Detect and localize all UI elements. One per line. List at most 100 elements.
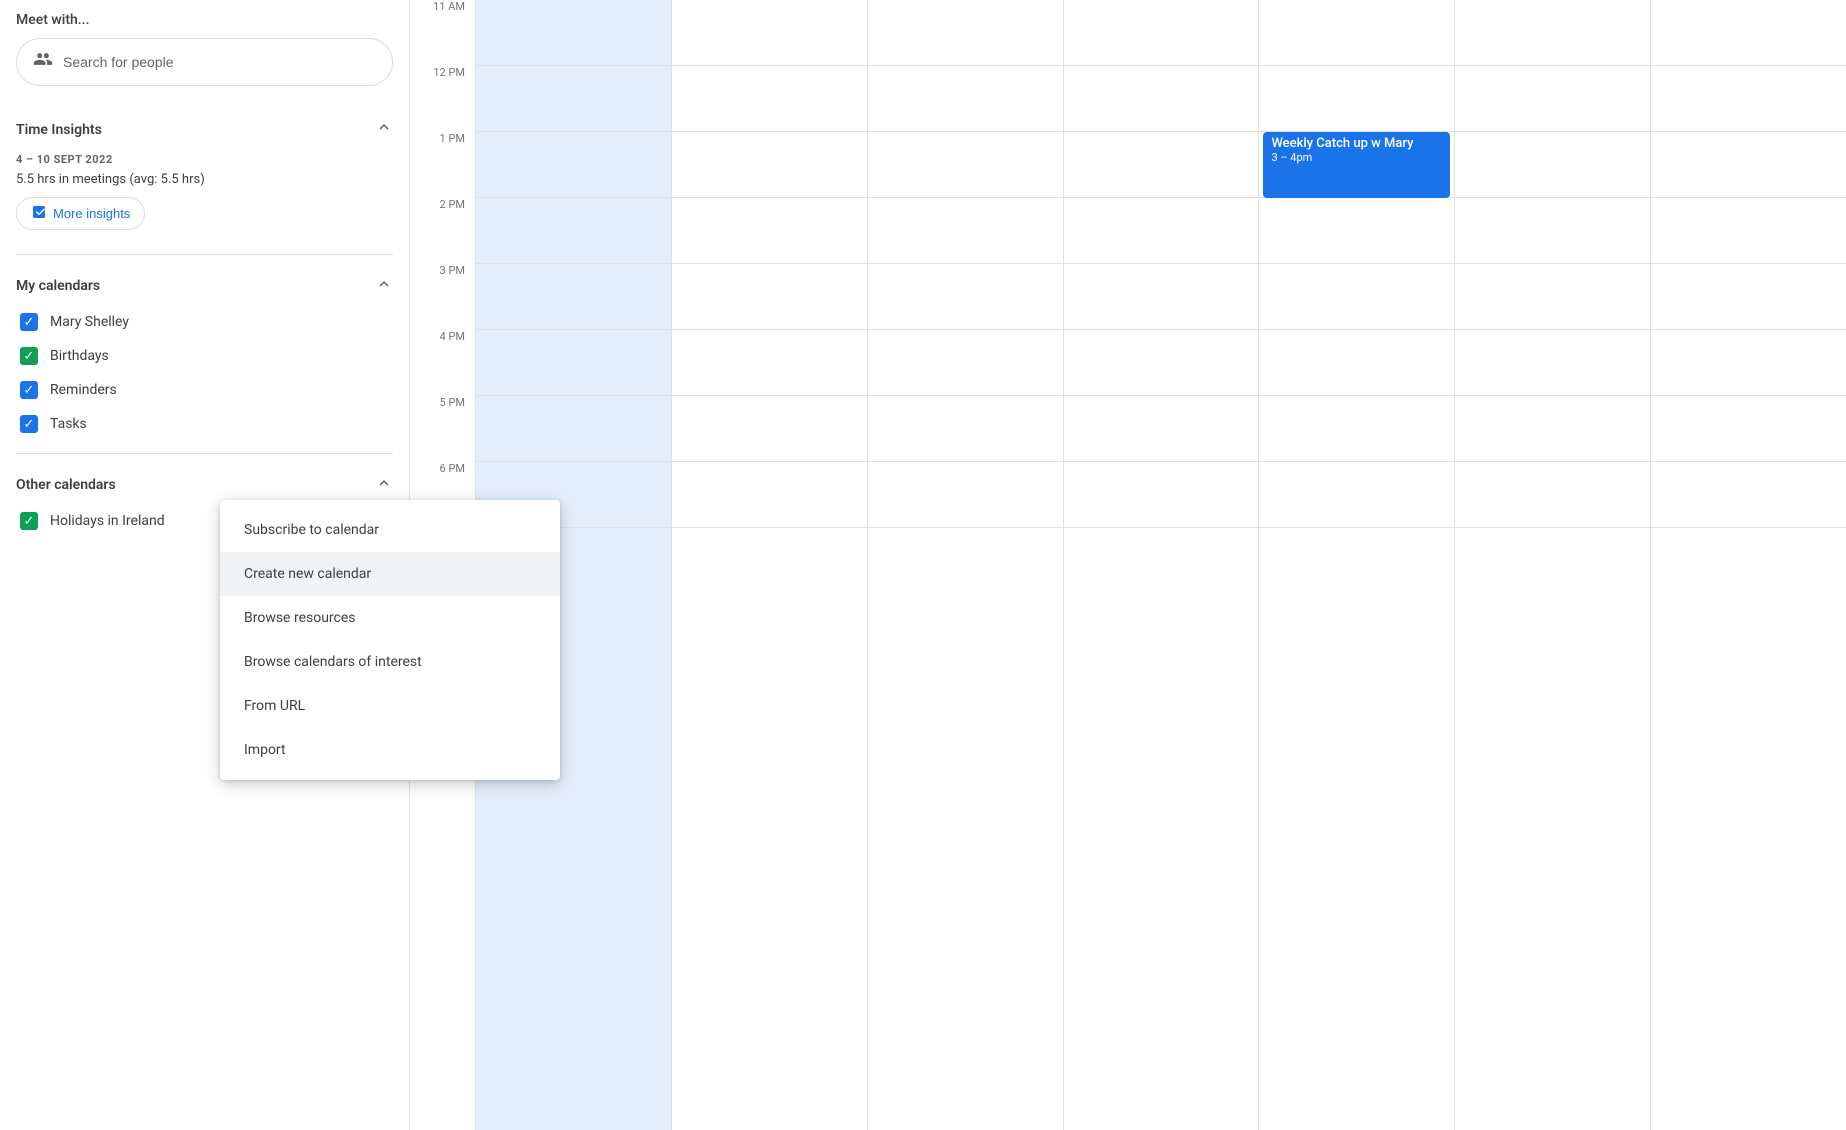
hour-5pm-col3 [868, 396, 1063, 462]
checkbox-mary-shelley: ✓ [20, 313, 38, 331]
hour-1pm-col4 [1064, 132, 1259, 198]
my-calendars-title: My calendars [16, 278, 100, 294]
hour-6pm-col6 [1455, 462, 1650, 528]
hour-3pm-col2 [672, 264, 867, 330]
hour-11am-col3 [868, 0, 1063, 66]
check-icon-reminders: ✓ [24, 384, 35, 397]
dropdown-browse-resources[interactable]: Browse resources [220, 596, 560, 640]
hour-3pm-col5 [1259, 264, 1454, 330]
day-column-6 [1454, 0, 1650, 1130]
hour-12pm-col2 [672, 66, 867, 132]
hour-6pm-col2 [672, 462, 867, 528]
hour-5pm-col5 [1259, 396, 1454, 462]
divider-1 [16, 254, 393, 255]
dropdown-from-url[interactable]: From URL [220, 684, 560, 728]
calendar-name-birthdays: Birthdays [50, 348, 109, 364]
dropdown-browse-calendars[interactable]: Browse calendars of interest [220, 640, 560, 684]
hour-1pm-col3 [868, 132, 1063, 198]
calendar-grid: 11 AM 12 PM 1 PM 2 PM 3 PM 4 PM 5 PM 6 P… [410, 0, 1846, 1130]
search-people-button[interactable]: Search for people [16, 38, 393, 86]
event-title: Weekly Catch up w Mary [1271, 136, 1442, 151]
event-weekly-catch-up[interactable]: Weekly Catch up w Mary 3 – 4pm [1263, 132, 1450, 198]
time-insights-title: Time Insights [16, 122, 102, 138]
hour-1pm-col7 [1651, 132, 1846, 198]
hour-12pm-col5 [1259, 66, 1454, 132]
hour-3pm-col4 [1064, 264, 1259, 330]
hour-6pm-col3 [868, 462, 1063, 528]
check-icon-birthdays: ✓ [24, 350, 35, 363]
hour-6pm-col5 [1259, 462, 1454, 528]
checkbox-tasks: ✓ [20, 415, 38, 433]
hour-3pm-col1 [476, 264, 671, 330]
time-insights-header[interactable]: Time Insights [16, 110, 393, 149]
hour-6pm-col7 [1651, 462, 1846, 528]
hour-2pm-col7 [1651, 198, 1846, 264]
hour-2pm-col3 [868, 198, 1063, 264]
hour-5pm-col1 [476, 396, 671, 462]
hour-1pm-col2 [672, 132, 867, 198]
calendar-name-reminders: Reminders [50, 382, 117, 398]
calendar-item-tasks[interactable]: ✓ Tasks [16, 407, 393, 441]
hour-4pm-col2 [672, 330, 867, 396]
checkbox-birthdays: ✓ [20, 347, 38, 365]
hour-4pm-col6 [1455, 330, 1650, 396]
other-calendars-chevron-icon [375, 474, 393, 496]
hour-3pm-col6 [1455, 264, 1650, 330]
my-calendars-chevron-icon [375, 275, 393, 297]
calendar-item-mary-shelley[interactable]: ✓ Mary Shelley [16, 305, 393, 339]
meet-with-title: Meet with... [16, 12, 393, 28]
time-label-3pm: 3 PM [410, 264, 475, 330]
dropdown-import[interactable]: Import [220, 728, 560, 772]
calendar-item-reminders[interactable]: ✓ Reminders [16, 373, 393, 407]
hour-11am-col5 [1259, 0, 1454, 66]
hour-6pm-col4 [1064, 462, 1259, 528]
calendar-item-birthdays[interactable]: ✓ Birthdays [16, 339, 393, 373]
dropdown-subscribe[interactable]: Subscribe to calendar [220, 508, 560, 552]
dropdown-create-new[interactable]: Create new calendar [220, 552, 560, 596]
hour-4pm-col5 [1259, 330, 1454, 396]
more-insights-button[interactable]: More insights [16, 197, 145, 230]
hour-1pm-col1 [476, 132, 671, 198]
day-column-7 [1650, 0, 1846, 1130]
date-range: 4 – 10 SEPT 2022 [16, 153, 393, 166]
hour-3pm-col7 [1651, 264, 1846, 330]
time-insights-section: Time Insights 4 – 10 SEPT 2022 5.5 hrs i… [16, 102, 393, 250]
time-label-4pm: 4 PM [410, 330, 475, 396]
insights-icon [31, 204, 47, 223]
hour-5pm-col6 [1455, 396, 1650, 462]
hour-4pm-col4 [1064, 330, 1259, 396]
other-calendars-title: Other calendars [16, 477, 116, 493]
time-label-2pm: 2 PM [410, 198, 475, 264]
hour-12pm-col4 [1064, 66, 1259, 132]
other-calendars-header[interactable]: Other calendars [16, 466, 393, 504]
event-time: 3 – 4pm [1271, 151, 1442, 164]
hour-5pm-col2 [672, 396, 867, 462]
hour-4pm-col1 [476, 330, 671, 396]
check-icon: ✓ [24, 316, 35, 329]
hour-12pm-col1 [476, 66, 671, 132]
hour-11am-col1 [476, 0, 671, 66]
hour-12pm-col3 [868, 66, 1063, 132]
meet-with-section: Meet with... Search for people [16, 0, 393, 102]
columns-container: Weekly Catch up w Mary 3 – 4pm [475, 0, 1846, 1130]
hour-11am-col2 [672, 0, 867, 66]
calendar-name-holidays: Holidays in Ireland [50, 513, 165, 529]
time-grid: 11 AM 12 PM 1 PM 2 PM 3 PM 4 PM 5 PM 6 P… [410, 0, 1846, 1130]
time-label-1pm: 1 PM [410, 132, 475, 198]
my-calendars-header[interactable]: My calendars [16, 267, 393, 305]
time-insights-content: 4 – 10 SEPT 2022 5.5 hrs in meetings (av… [16, 149, 393, 242]
search-people-icon [33, 49, 53, 75]
hour-2pm-col4 [1064, 198, 1259, 264]
hour-5pm-col7 [1651, 396, 1846, 462]
calendar-name-tasks: Tasks [50, 416, 87, 432]
hour-11am-col7 [1651, 0, 1846, 66]
calendar-name-mary-shelley: Mary Shelley [50, 314, 129, 330]
check-icon-holidays: ✓ [24, 515, 35, 528]
hour-4pm-col7 [1651, 330, 1846, 396]
hour-11am-col6 [1455, 0, 1650, 66]
day-column-4 [1063, 0, 1259, 1130]
more-insights-label: More insights [53, 206, 130, 221]
checkbox-holidays: ✓ [20, 512, 38, 530]
hour-5pm-col4 [1064, 396, 1259, 462]
hour-2pm-col2 [672, 198, 867, 264]
